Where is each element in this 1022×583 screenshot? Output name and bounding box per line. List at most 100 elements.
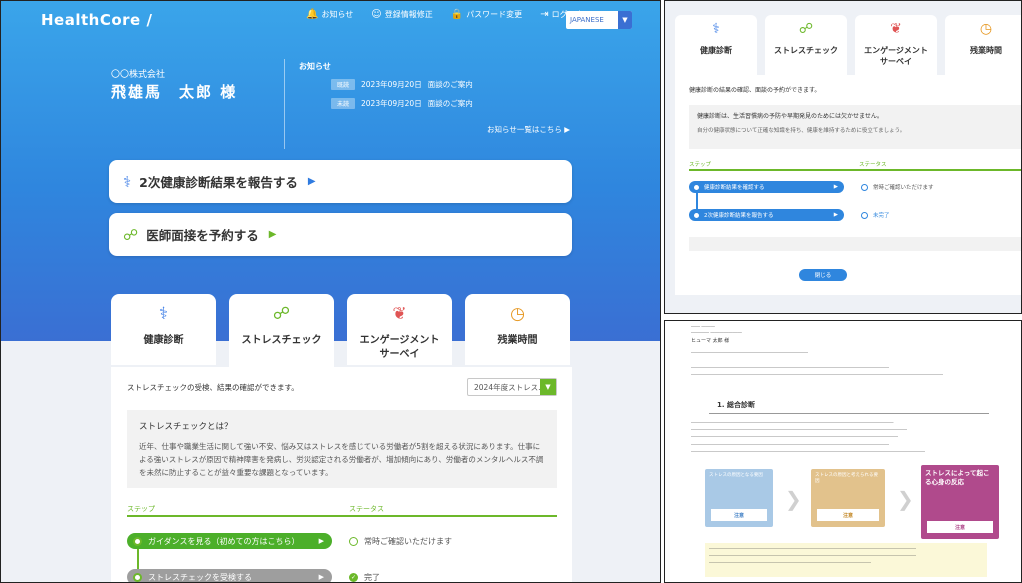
chevron-down-icon: ▼ — [618, 11, 632, 29]
notice-item[interactable]: 未読 2023年09月20日 面談のご案内 — [331, 98, 473, 109]
step-take-stress-check-button[interactable]: ストレスチェックを受検する ▶ — [127, 569, 332, 582]
status-open-icon — [861, 211, 868, 219]
chevron-down-icon: ▼ — [540, 379, 556, 395]
stethoscope-icon: ⚕ — [158, 304, 169, 324]
step-status-text: 常時ご確認いただけます — [873, 185, 934, 191]
health-checkup-panel-preview: ⚕ 健康診断 ☍ ストレスチェック ❦ エンゲージメント サーベイ ◷ 残業時間… — [664, 0, 1022, 314]
year-select[interactable]: 2024年度ストレス... ▼ — [467, 378, 557, 396]
chevron-right-icon: ▶ — [318, 573, 324, 581]
card-title: ストレスの原因となる要因 — [709, 473, 763, 478]
close-button[interactable]: 閉じる — [799, 269, 847, 281]
card-status: 注意 — [927, 521, 993, 533]
status-label: ステータス — [859, 162, 887, 168]
tab-label: ストレスチェック — [241, 335, 322, 346]
step-dot — [133, 536, 142, 546]
notice-badge: 未読 — [331, 98, 356, 109]
clock-chart-icon: ◷ — [510, 304, 525, 324]
info-body: 自分の健康状態について正確な知識を持ち、健康を維持するために役立てましょう。 — [697, 128, 906, 134]
book-doctor-interview-button[interactable]: ☍ 医師面接を予約する ▶ — [109, 213, 572, 256]
report-meta: ―――― ――――――― — [691, 331, 742, 336]
nav-password[interactable]: 🔒 パスワード変更 — [451, 9, 522, 20]
tab-overtime[interactable]: ◷ 残業時間 — [945, 15, 1021, 81]
stress-report-preview: ―― ――― ―――― ――――――― ヒューマ 太郎 様 ――――――――――… — [664, 320, 1022, 583]
step-guidance-button[interactable]: ガイダンスを見る（初めての方はこちら） ▶ — [127, 533, 332, 549]
step-label: 2次健康診断結果を報告する — [704, 213, 774, 219]
step-status: 未完了 — [861, 211, 890, 219]
step-status-text: 未完了 — [873, 213, 890, 219]
tab-engagement-survey[interactable]: ❦ エンゲージメント サーベイ — [855, 15, 937, 81]
stress-check-panel: ストレスチェックの受検、結果の確認ができます。 2024年度ストレス... ▼ … — [111, 367, 572, 582]
handshake-heart-icon: ❦ — [392, 304, 407, 324]
app-logo[interactable]: HealthCore / — [41, 11, 152, 29]
status-open-icon — [349, 537, 358, 546]
nav-password-label: パスワード変更 — [466, 10, 523, 19]
check-icon: ✓ — [349, 573, 358, 582]
info-box: 健康診断は、生活習慣病の予防や早期発見のためには欠かせません。 自分の健康状態に… — [689, 105, 1021, 149]
header-divider — [284, 59, 285, 149]
step-report-secondary-button[interactable]: 2次健康診断結果を報告する ▶ — [689, 209, 844, 221]
step-dot — [693, 183, 700, 191]
steps-header: ステップ ステータス — [127, 501, 557, 517]
lock-icon: 🔒 — [450, 9, 464, 20]
tab-stress-check[interactable]: ☍ ストレスチェック — [229, 294, 334, 372]
chevron-right-icon: ▶ — [318, 537, 324, 545]
tab-stress-check[interactable]: ☍ ストレスチェック — [765, 15, 847, 81]
card-title: ストレスの原因と考えられる要因 — [815, 473, 878, 485]
step-label: 健康診断結果を確認する — [704, 185, 765, 191]
tab-label: 残業時間 — [497, 335, 538, 346]
step-status-text: 常時ご確認いただけます — [364, 537, 452, 546]
report-intro-text: ――――――――――――――――――――――――――――――――――――――――… — [691, 366, 943, 379]
arrow-right-icon: ▶ — [307, 176, 316, 187]
panel-intro: 健康診断の結果の確認、面談の予約ができます。 — [689, 87, 821, 94]
step-status: 常時ご確認いただけます — [349, 536, 452, 547]
report-recipient: ヒューマ 太郎 様 — [691, 338, 730, 344]
nav-registration-label: 登録情報修正 — [384, 10, 433, 19]
step-dot — [693, 211, 700, 219]
info-heading: ストレスチェックとは？ — [139, 422, 233, 432]
steps-label: ステップ — [689, 162, 712, 168]
chevron-right-icon: ❯ — [785, 487, 802, 511]
status-label: ステータス — [349, 505, 384, 513]
handshake-heart-icon: ❦ — [890, 21, 902, 37]
report-section-title: 1. 総合診断 — [709, 400, 989, 414]
year-select-value: 2024年度ストレス... — [474, 382, 540, 392]
report-secondary-checkup-button[interactable]: ⚕ 2次健康診断結果を報告する ▶ — [109, 160, 572, 203]
clock-chart-icon: ◷ — [979, 21, 993, 37]
step-status: 常時ご確認いただけます — [861, 183, 934, 191]
service-tabs: ⚕ 健康診断 ☍ ストレスチェック ❦ エンゲージメント サーベイ ◷ 残業時間 — [111, 294, 570, 372]
stethoscope-icon: ⚕ — [123, 172, 132, 191]
user-icon: ☺ — [371, 9, 382, 20]
action-label: 2次健康診断結果を報告する — [139, 175, 298, 190]
handshake-icon: ☍ — [123, 225, 139, 244]
notice-item[interactable]: 既読 2023年09月20日 面談のご案内 — [331, 79, 473, 90]
step-status-text: 完了 — [364, 573, 380, 582]
tab-health-checkup[interactable]: ⚕ 健康診断 — [111, 294, 216, 365]
notice-badge: 既読 — [331, 79, 356, 90]
report-card: ストレスによって起こる心身の反応 注意 — [921, 465, 999, 539]
nav-registration[interactable]: ☺ 登録情報修正 — [371, 9, 432, 20]
tab-label: 残業時間 — [970, 46, 1002, 55]
tab-overtime[interactable]: ◷ 残業時間 — [465, 294, 570, 365]
nav-notifications-label: お知らせ — [321, 10, 354, 19]
card-status: 注意 — [711, 509, 767, 521]
report-meta: ―――――――――――――――――――――――――― — [691, 351, 808, 356]
nav-notifications[interactable]: 🔔 お知らせ — [306, 9, 353, 20]
tab-health-checkup[interactable]: ⚕ 健康診断 — [675, 15, 757, 81]
step-view-results-button[interactable]: 健康診断結果を確認する ▶ — [689, 181, 844, 193]
report-card: ストレスの原因と考えられる要因 注意 — [811, 469, 885, 527]
tab-engagement-survey[interactable]: ❦ エンゲージメント サーベイ — [347, 294, 452, 365]
health-checkup-content: 健康診断の結果の確認、面談の予約ができます。 健康診断は、生活習慣病の予防や早期… — [675, 75, 1021, 295]
empty-row — [689, 237, 1021, 251]
handshake-icon: ☍ — [272, 304, 291, 324]
card-title: ストレスによって起こる心身の反応 — [925, 469, 990, 487]
stethoscope-icon: ⚕ — [712, 21, 720, 37]
chevron-right-icon: ▶ — [833, 184, 838, 190]
step-label: ストレスチェックを受検する — [148, 572, 252, 582]
step-dot — [133, 572, 142, 582]
steps-label: ステップ — [127, 505, 155, 513]
panel-intro: ストレスチェックの受検、結果の確認ができます。 — [127, 383, 299, 392]
notices-more-link[interactable]: お知らせ一覧はこちら ▶ — [487, 124, 570, 135]
user-name: 飛雄馬 太郎 様 — [111, 83, 238, 101]
service-tabs: ⚕ 健康診断 ☍ ストレスチェック ❦ エンゲージメント サーベイ ◷ 残業時間 — [675, 15, 1021, 81]
language-select[interactable]: JAPANESE ▼ — [566, 11, 632, 29]
